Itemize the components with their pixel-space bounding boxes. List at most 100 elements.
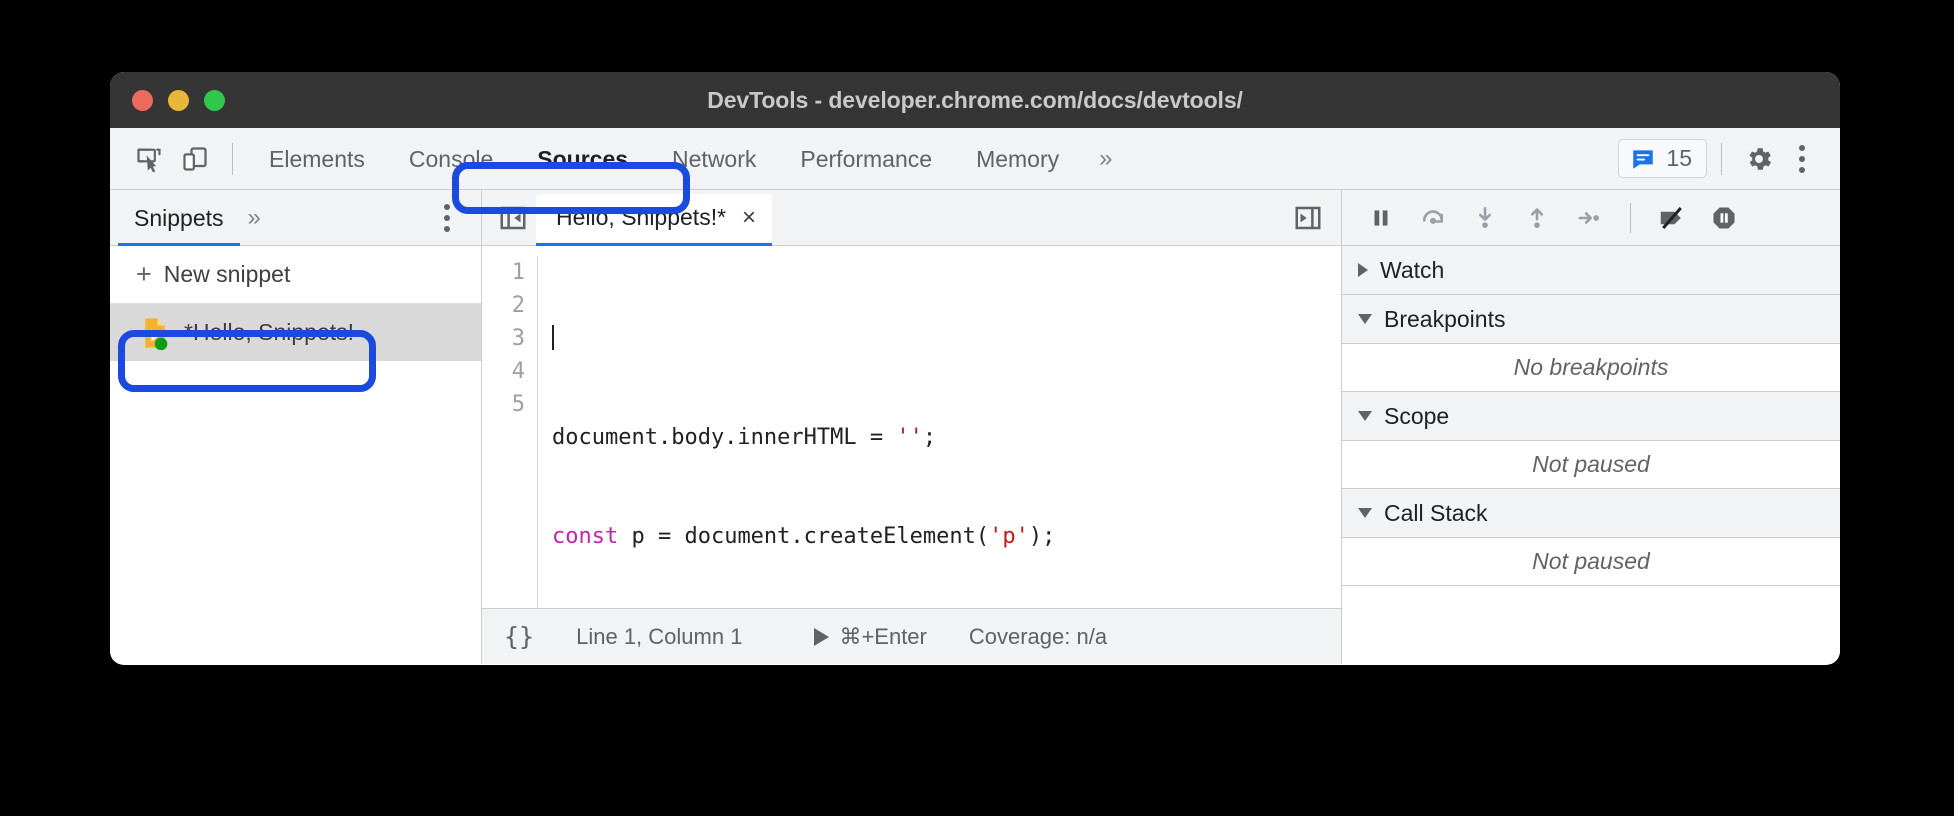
step-out-icon	[1530, 207, 1544, 228]
tab-network[interactable]: Network	[650, 128, 778, 190]
step-button[interactable]	[1566, 195, 1612, 241]
line-number: 5	[511, 392, 525, 417]
pause-on-exceptions-button[interactable]	[1701, 195, 1747, 241]
debugger-toolbar	[1342, 190, 1840, 246]
pretty-print-button[interactable]: {}	[504, 622, 534, 651]
expand-debugger-button[interactable]	[1285, 195, 1331, 241]
debugger-section-breakpoints[interactable]: Breakpoints	[1342, 295, 1840, 344]
code-line: document.body.innerHTML = '';	[552, 425, 937, 450]
step-out-button[interactable]	[1514, 195, 1560, 241]
step-into-button[interactable]	[1462, 195, 1508, 241]
editor-code-content[interactable]: document.body.innerHTML = ''; const p = …	[538, 256, 1055, 608]
editor-file-tab-hello-snippets[interactable]: Hello, Snippets!* ×	[536, 193, 773, 246]
page-root: DevTools - developer.chrome.com/docs/dev…	[0, 0, 1954, 816]
breakpoints-empty-message: No breakpoints	[1342, 344, 1840, 392]
section-title: Scope	[1384, 402, 1450, 429]
navigator-more-options-button[interactable]	[427, 195, 467, 241]
main-menu-button[interactable]	[1782, 136, 1822, 182]
navigator-tabbar: Snippets »	[110, 190, 481, 246]
collapse-navigator-button[interactable]	[490, 195, 536, 241]
debugger-section-watch[interactable]: Watch	[1342, 246, 1840, 295]
code-line: const p = document.createElement('p');	[552, 524, 1056, 549]
code-line	[552, 322, 1055, 355]
step-into-icon	[1478, 206, 1492, 228]
debugger-toolbar-divider	[1630, 202, 1631, 233]
call-stack-empty-message: Not paused	[1342, 538, 1840, 586]
editor-file-tab-label: Hello, Snippets!*	[556, 204, 727, 230]
step-over-icon	[1422, 209, 1444, 224]
step-icon	[1578, 211, 1599, 224]
debugger-section-scope[interactable]: Scope	[1342, 392, 1840, 441]
collapse-navigator-icon	[500, 206, 526, 229]
deactivate-breakpoints-icon	[1660, 206, 1682, 229]
coverage-label: Coverage: n/a	[968, 623, 1108, 649]
line-number: 4	[511, 359, 525, 384]
run-snippet-icon[interactable]	[814, 627, 830, 646]
line-number: 2	[511, 293, 525, 318]
debugger-pane: Watch Breakpoints No breakpoints Scope N…	[1342, 190, 1840, 664]
run-shortcut-label: ⌘+Enter	[839, 623, 927, 649]
pause-script-execution-button[interactable]	[1358, 195, 1404, 241]
kebab-dot	[444, 225, 450, 232]
minimize-window-button[interactable]	[168, 89, 189, 111]
chevron-down-icon	[1358, 508, 1372, 518]
more-panels-chevron-icon[interactable]: »	[1081, 145, 1127, 173]
chevron-down-icon	[1358, 314, 1372, 324]
code-editor[interactable]: 1 2 3 4 5 document.body.innerHTML = ''; …	[482, 246, 1341, 608]
tab-elements[interactable]: Elements	[247, 128, 387, 190]
new-snippet-label: New snippet	[163, 261, 291, 287]
navigator-tab-snippets[interactable]: Snippets	[118, 190, 239, 246]
toolbar-divider-right	[1721, 142, 1722, 175]
line-number: 3	[511, 326, 525, 351]
console-message-count: 15	[1666, 145, 1692, 171]
deactivate-breakpoints-button[interactable]	[1649, 195, 1695, 241]
inspect-element-button[interactable]	[126, 136, 172, 182]
traffic-light-buttons	[132, 72, 225, 128]
editor-line-numbers: 1 2 3 4 5	[482, 256, 538, 608]
debugger-section-call-stack[interactable]: Call Stack	[1342, 489, 1840, 538]
kebab-dot	[1799, 144, 1805, 151]
snippet-list-item-hello-snippets[interactable]: *Hello, Snippets!	[110, 304, 481, 361]
sources-panel-body: Snippets » + New snippet *Hello, Snippet…	[110, 190, 1840, 664]
navigator-pane: Snippets » + New snippet *Hello, Snippet…	[110, 190, 482, 664]
device-toolbar-icon	[183, 146, 207, 171]
new-snippet-button[interactable]: + New snippet	[110, 246, 481, 304]
snippet-item-label: *Hello, Snippets!	[184, 319, 355, 345]
devtools-main-toolbar: Elements Console Sources Network Perform…	[110, 128, 1840, 190]
text-caret	[552, 325, 554, 350]
editor-status-bar: {} Line 1, Column 1 ⌘+Enter Coverage: n/…	[482, 608, 1341, 664]
kebab-dot	[1799, 166, 1805, 173]
editor-tabbar: Hello, Snippets!* ×	[482, 190, 1341, 246]
devtools-window: DevTools - developer.chrome.com/docs/dev…	[110, 72, 1840, 665]
chevron-right-icon	[1358, 263, 1368, 277]
tab-performance[interactable]: Performance	[778, 128, 954, 190]
expand-debugger-icon	[1295, 206, 1321, 229]
chevron-down-icon	[1358, 411, 1372, 421]
console-message-icon	[1633, 149, 1654, 169]
inspect-cursor-icon	[137, 148, 161, 172]
maximize-window-button[interactable]	[204, 89, 225, 111]
more-navigator-tabs-chevron-icon[interactable]: »	[230, 204, 276, 232]
section-title: Breakpoints	[1384, 305, 1506, 332]
tab-sources[interactable]: Sources	[515, 128, 650, 190]
kebab-dot	[444, 214, 450, 221]
pause-script-execution-icon	[1374, 209, 1388, 226]
console-message-badge[interactable]: 15	[1618, 139, 1707, 178]
tab-console[interactable]: Console	[387, 128, 515, 190]
scope-empty-message: Not paused	[1342, 441, 1840, 489]
toolbar-right-group: 15	[1618, 136, 1840, 182]
close-icon[interactable]: ×	[742, 205, 756, 230]
pause-on-exceptions-icon	[1713, 207, 1735, 228]
window-title: DevTools - developer.chrome.com/docs/dev…	[707, 86, 1243, 113]
window-titlebar: DevTools - developer.chrome.com/docs/dev…	[110, 72, 1840, 128]
toolbar-divider	[232, 142, 233, 175]
close-window-button[interactable]	[132, 89, 153, 111]
kebab-dot	[1799, 155, 1805, 162]
kebab-dot	[444, 203, 450, 210]
tab-memory[interactable]: Memory	[954, 128, 1081, 190]
gear-icon	[1749, 147, 1771, 170]
settings-button[interactable]	[1736, 136, 1782, 182]
section-title: Call Stack	[1384, 499, 1488, 526]
toggle-device-toolbar-button[interactable]	[172, 136, 218, 182]
step-over-button[interactable]	[1410, 195, 1456, 241]
